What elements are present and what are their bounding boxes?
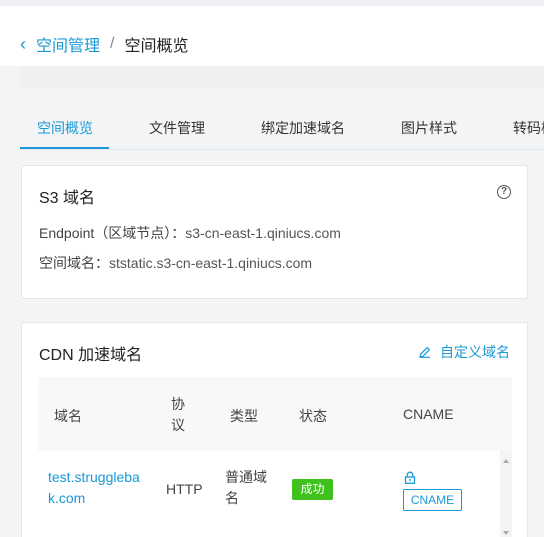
- scroll-down-icon[interactable]: [503, 531, 509, 535]
- breadcrumb: ‹ 空间管理 / 空间概览: [20, 32, 188, 56]
- cdn-domain-card: CDN 加速域名 自定义域名 域名 协 议 类型 状态 CNAME test.s…: [21, 322, 528, 537]
- space-info-strip: [20, 66, 544, 88]
- column-header-type: 类型: [230, 408, 258, 424]
- page-title: 空间概览: [124, 38, 189, 55]
- tab-bar: 空间概览 文件管理 绑定加速域名 图片样式 转码样: [20, 104, 544, 150]
- endpoint-value: s3-cn-east-1.qiniucs.com: [185, 225, 341, 241]
- status-badge: 成功: [292, 479, 333, 500]
- question-circle-icon[interactable]: ?: [497, 185, 511, 199]
- domain-link[interactable]: test.strugglebak.com: [48, 467, 148, 509]
- column-header-status: 状态: [299, 408, 327, 424]
- breadcrumb-parent-link[interactable]: 空间管理: [36, 32, 100, 56]
- table-row: test.strugglebak.com HTTP 普通域名 成功 CNAME: [38, 451, 512, 537]
- top-bar: ‹ 空间管理 / 空间概览: [0, 0, 544, 66]
- space-domain-row: 空间域名：ststatic.s3-cn-east-1.qiniucs.com: [39, 253, 312, 273]
- tab-bind-domain[interactable]: 绑定加速域名: [261, 118, 345, 138]
- type-cell: 普通域名: [225, 469, 267, 506]
- table-header: 域名 协 议 类型 状态 CNAME: [38, 377, 512, 451]
- custom-domain-link[interactable]: 自定义域名: [419, 342, 510, 362]
- scroll-up-icon[interactable]: [503, 459, 509, 463]
- breadcrumb-separator: /: [110, 35, 115, 52]
- tab-file-management[interactable]: 文件管理: [149, 118, 205, 138]
- column-header-domain: 域名: [54, 408, 82, 424]
- chevron-left-icon[interactable]: ‹: [20, 34, 26, 55]
- s3-domain-card: S3 域名 ? Endpoint（区域节点）：s3-cn-east-1.qini…: [21, 165, 528, 299]
- cdn-domain-table: 域名 协 议 类型 状态 CNAME test.strugglebak.com …: [38, 377, 512, 537]
- space-domain-label: 空间域名：: [39, 255, 109, 271]
- table-scrollbar[interactable]: [500, 451, 512, 537]
- lock-icon: [404, 471, 416, 484]
- space-domain-value: ststatic.s3-cn-east-1.qiniucs.com: [109, 255, 313, 271]
- tab-transcode-style[interactable]: 转码样: [513, 118, 544, 138]
- tab-image-style[interactable]: 图片样式: [401, 118, 457, 138]
- active-tab-indicator: [20, 147, 109, 149]
- custom-domain-label: 自定义域名: [440, 344, 510, 360]
- edit-icon: [419, 346, 431, 358]
- tab-overview[interactable]: 空间概览: [37, 118, 93, 138]
- protocol-cell: HTTP: [166, 481, 203, 497]
- endpoint-label: Endpoint（区域节点）：: [39, 225, 186, 241]
- column-header-cname: CNAME: [403, 406, 454, 422]
- cname-button[interactable]: CNAME: [403, 489, 462, 511]
- column-header-protocol: 协 议: [171, 396, 185, 433]
- cdn-card-title: CDN 加速域名: [39, 347, 143, 364]
- endpoint-row: Endpoint（区域节点）：s3-cn-east-1.qiniucs.com: [39, 223, 341, 243]
- s3-card-title: S3 域名: [39, 190, 96, 207]
